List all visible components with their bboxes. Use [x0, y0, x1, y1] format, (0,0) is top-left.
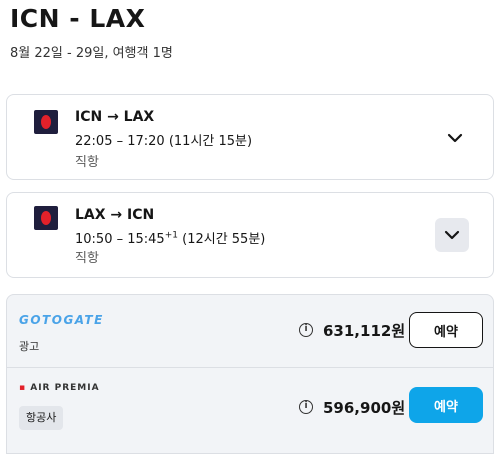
chevron-down-icon [444, 230, 460, 240]
offer-price: 631,112원 [323, 322, 406, 340]
leg-duration: (11시간 15분) [168, 134, 253, 149]
trip-details: 8월 22일 - 29일, 여행객 1명 [10, 46, 173, 61]
return-flight-card[interactable]: LAX → ICN 10:50 – 15:45+1 (12시간 55분) 직항 [6, 192, 494, 278]
day-offset: +1 [164, 230, 178, 241]
chevron-down-icon [447, 133, 463, 143]
air-premia-logo-text: AIR PREMI [30, 383, 92, 393]
info-icon[interactable]: i [299, 400, 313, 414]
outbound-flight-card[interactable]: ICN → LAX 22:05 – 17:20 (11시간 15분) 직항 [6, 94, 494, 180]
gotogate-logo: GOTOGATE [19, 313, 104, 327]
ad-label: 광고 [19, 340, 40, 353]
leg-stops: 직항 [75, 155, 99, 170]
air-premia-logo-text-end: A [91, 383, 100, 393]
leg-stops: 직항 [75, 251, 99, 266]
air-premia-logo: ▪ AIR PREMIA [19, 383, 100, 393]
info-icon[interactable]: i [299, 323, 313, 337]
expand-button[interactable] [445, 128, 465, 148]
booking-options: GOTOGATE 광고 i 631,112원 예약 ▪ AIR PREMIA 항… [6, 294, 494, 454]
book-button[interactable]: 예약 [409, 312, 483, 348]
leg-route: ICN → LAX [75, 109, 155, 125]
leg-duration: (12시간 55분) [182, 232, 266, 247]
offer-price: 596,900원 [323, 399, 406, 417]
air-premia-logo-mark: ▪ [19, 383, 31, 393]
expand-button[interactable] [435, 218, 469, 252]
book-button[interactable]: 예약 [409, 387, 483, 423]
leg-time-range: 10:50 – 15:45 [75, 232, 165, 247]
divider [7, 367, 493, 368]
leg-time-range: 22:05 – 17:20 [75, 134, 165, 149]
airline-logo [34, 206, 58, 230]
airline-direct-badge: 항공사 [19, 406, 64, 430]
airline-logo [34, 110, 58, 134]
leg-route: LAX → ICN [75, 207, 155, 223]
route-title: ICN - LAX [10, 4, 146, 33]
leg-times: 10:50 – 15:45+1 (12시간 55분) [75, 228, 265, 247]
leg-times: 22:05 – 17:20 (11시간 15분) [75, 130, 252, 149]
